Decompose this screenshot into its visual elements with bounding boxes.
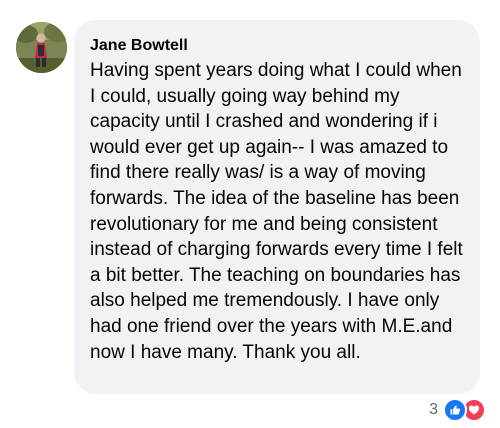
avatar[interactable]	[16, 22, 67, 73]
reaction-count: 3	[429, 401, 438, 418]
comment-container: Jane Bowtell Having spent years doing wh…	[0, 0, 500, 428]
reaction-summary[interactable]: 3	[429, 398, 486, 422]
comment-bubble: Jane Bowtell Having spent years doing wh…	[74, 20, 480, 394]
comment-text: Having spent years doing what I could wh…	[90, 60, 463, 363]
like-icon	[443, 398, 467, 422]
comment-author[interactable]: Jane Bowtell	[90, 36, 464, 56]
avatar-image	[16, 22, 67, 73]
